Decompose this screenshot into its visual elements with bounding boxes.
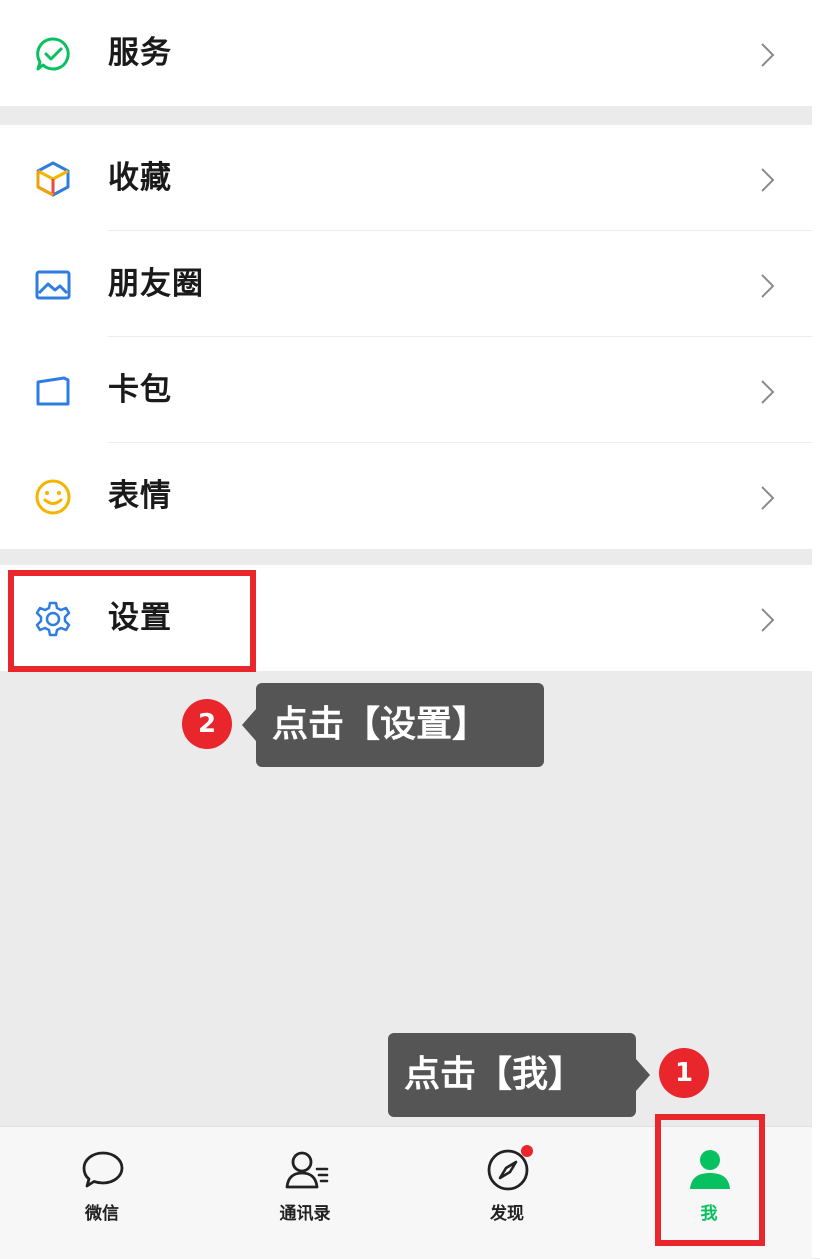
card-wallet-icon: [36, 376, 70, 406]
menu-item-cards[interactable]: 卡包: [0, 337, 812, 443]
moments-picture-icon: [35, 270, 71, 300]
tooltip-arrow: [242, 709, 256, 741]
favorites-cube-icon: [36, 161, 70, 197]
menu-item-favorites[interactable]: 收藏: [0, 125, 812, 231]
settings-highlight-box: [8, 570, 256, 672]
menu-item-service[interactable]: 服务: [0, 0, 812, 106]
menu-item-label: 朋友圈: [108, 266, 204, 302]
step-2-tooltip: 点击【设置】: [242, 683, 544, 767]
step-1-tooltip: 点击【我】: [388, 1033, 650, 1117]
discover-notification-dot: [521, 1145, 533, 1157]
chat-bubble-icon: [82, 1151, 124, 1188]
tooltip-arrow: [636, 1059, 650, 1091]
contacts-icon: [285, 1151, 329, 1189]
menu-item-stickers[interactable]: 表情: [0, 443, 812, 549]
chevron-right-icon: [761, 608, 775, 632]
chevron-right-icon: [761, 168, 775, 192]
chevron-right-icon: [761, 43, 775, 67]
menu-item-label: 服务: [108, 35, 172, 71]
right-edge: [812, 0, 820, 1258]
tab-label: 发现: [490, 1204, 524, 1224]
tab-chats[interactable]: 微信: [32, 1127, 172, 1259]
menu-item-label: 表情: [108, 478, 172, 514]
service-icon: [36, 37, 70, 71]
step-2-text: 点击【设置】: [272, 704, 489, 745]
tab-label: 通讯录: [279, 1204, 331, 1224]
step-2-badge: 2: [182, 699, 232, 749]
chevron-right-icon: [761, 486, 775, 510]
chevron-right-icon: [761, 274, 775, 298]
step-1-badge: 1: [659, 1048, 709, 1098]
menu-item-moments[interactable]: 朋友圈: [0, 231, 812, 337]
chevron-right-icon: [761, 380, 775, 404]
step-1-text: 点击【我】: [404, 1054, 585, 1095]
menu-item-label: 卡包: [108, 372, 172, 408]
smiley-icon: [35, 479, 71, 515]
tab-contacts[interactable]: 通讯录: [235, 1127, 375, 1259]
me-tab-highlight-box: [655, 1114, 765, 1246]
tab-label: 微信: [85, 1204, 119, 1224]
tab-discover[interactable]: 发现: [437, 1127, 577, 1259]
menu-item-label: 收藏: [108, 160, 172, 196]
